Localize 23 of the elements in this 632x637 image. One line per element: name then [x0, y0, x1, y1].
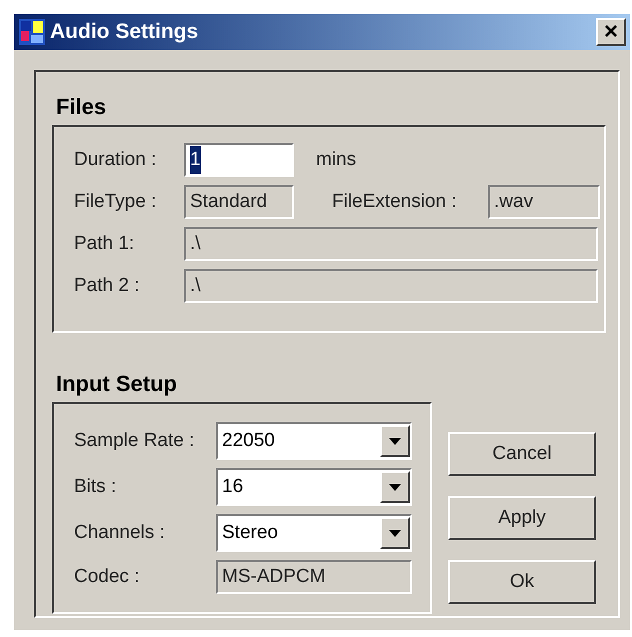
field-label: FileType : [74, 190, 158, 214]
codec-field[interactable]: MS-ADPCM [216, 560, 412, 594]
field-label: Path 1: [74, 232, 136, 256]
dialog-button[interactable]: Ok [448, 560, 596, 604]
dialog-button[interactable]: Cancel [448, 432, 596, 476]
dropdown[interactable]: 22050 [216, 422, 412, 460]
field-label: FileExtension : [332, 190, 458, 214]
dropdown[interactable]: Stereo [216, 514, 412, 552]
window-title: Audio Settings [50, 19, 200, 46]
field-label: Duration : [74, 148, 158, 172]
files-heading: Files [56, 93, 108, 121]
field-label: Channels : [74, 520, 166, 545]
window-app-icon [18, 18, 46, 46]
unit-label: mins [316, 148, 356, 172]
field-label: Codec : [74, 564, 140, 589]
dialog-button[interactable]: Apply [448, 496, 596, 540]
input-setup-heading: Input Setup [56, 370, 178, 398]
field-label: Path 2 : [74, 274, 140, 298]
duration-field[interactable]: 1 [184, 143, 294, 177]
field-label: Sample Rate : [74, 428, 196, 453]
close-button[interactable]: × [596, 18, 626, 46]
field-label: Bits : [74, 474, 118, 499]
dropdown[interactable]: 16 [216, 468, 412, 506]
